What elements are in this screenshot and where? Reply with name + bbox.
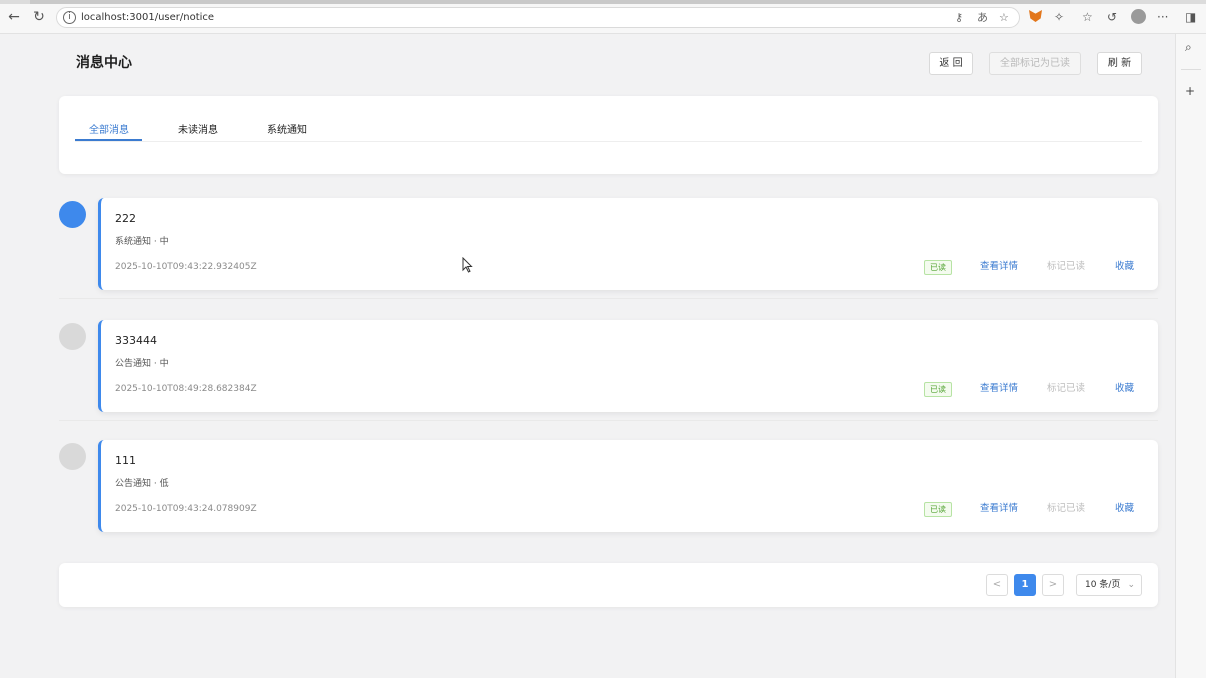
browser-toolbar: ← ↻ i localhost:3001/user/notice ⚷ あ ☆ ✧…	[0, 0, 1206, 34]
divider	[1181, 69, 1201, 70]
add-icon[interactable]: +	[1185, 84, 1195, 98]
pagination-card: < 1 > 10 条/页 ⌄	[59, 563, 1158, 607]
notice-title: 222	[115, 212, 136, 225]
info-icon[interactable]: i	[63, 11, 76, 24]
notice-time: 2025-10-10T08:49:28.682384Z	[115, 384, 257, 394]
favorite-link[interactable]: 收藏	[1115, 383, 1134, 395]
notice-meta: 公告通知 · 中	[115, 359, 169, 369]
timeline-dot	[59, 201, 86, 228]
sidebar-toggle-icon[interactable]: ◨	[1185, 9, 1196, 25]
favorite-link[interactable]: 收藏	[1115, 261, 1134, 273]
view-detail-link[interactable]: 查看详情	[980, 261, 1018, 273]
address-url[interactable]: localhost:3001/user/notice	[81, 11, 214, 25]
notice-card[interactable]: 222 系统通知 · 中 2025-10-10T09:43:22.932405Z…	[98, 198, 1158, 290]
page-title: 消息中心	[76, 55, 132, 71]
browser-side-panel: ⌕ +	[1175, 34, 1206, 678]
active-tab[interactable]	[30, 0, 1070, 4]
history-icon[interactable]: ↺	[1107, 9, 1117, 25]
view-detail-link[interactable]: 查看详情	[980, 383, 1018, 395]
read-aloud-icon[interactable]: あ	[977, 11, 988, 25]
notice-card[interactable]: 111 公告通知 · 低 2025-10-10T09:43:24.078909Z…	[98, 440, 1158, 532]
back-arrow-icon[interactable]: ←	[5, 8, 23, 26]
view-detail-link[interactable]: 查看详情	[980, 503, 1018, 515]
mark-read-link[interactable]: 标记已读	[1047, 261, 1085, 273]
notice-time: 2025-10-10T09:43:22.932405Z	[115, 262, 257, 272]
favorite-star-icon[interactable]: ☆	[999, 11, 1009, 25]
notice-time: 2025-10-10T09:43:24.078909Z	[115, 504, 257, 514]
key-icon[interactable]: ⚷	[955, 11, 963, 25]
profile-avatar[interactable]	[1131, 9, 1146, 24]
mark-all-read-button[interactable]: 全部标记为已读	[989, 52, 1081, 75]
notice-meta: 公告通知 · 低	[115, 479, 169, 489]
status-badge: 已读	[924, 260, 952, 275]
favorite-link[interactable]: 收藏	[1115, 503, 1134, 515]
extensions-puzzle-icon[interactable]: ✧	[1054, 9, 1064, 25]
tab-system[interactable]: 系统通知	[267, 121, 307, 136]
notice-title: 333444	[115, 334, 157, 347]
search-icon[interactable]: ⌕	[1185, 40, 1192, 55]
status-badge: 已读	[924, 502, 952, 517]
row-divider	[59, 420, 1158, 421]
row-divider	[59, 298, 1158, 299]
status-badge: 已读	[924, 382, 952, 397]
timeline-dot	[59, 323, 86, 350]
more-menu-icon[interactable]: ···	[1157, 9, 1168, 25]
reload-icon[interactable]: ↻	[30, 8, 48, 26]
tabs-card: 全部消息 未读消息 系统通知	[59, 96, 1158, 174]
prev-page-button[interactable]: <	[986, 574, 1008, 596]
chevron-down-icon: ⌄	[1127, 580, 1135, 590]
page-size-value: 10 条/页	[1085, 580, 1121, 590]
page-size-select[interactable]: 10 条/页 ⌄	[1076, 574, 1142, 596]
notice-page: 消息中心 返 回 全部标记为已读 刷 新 全部消息 未读消息 系统通知 222 …	[0, 34, 1175, 678]
favorites-list-icon[interactable]: ☆	[1082, 9, 1093, 25]
next-page-button[interactable]: >	[1042, 574, 1064, 596]
tab-divider	[75, 141, 1142, 142]
notice-title: 111	[115, 454, 136, 467]
page-1-button[interactable]: 1	[1014, 574, 1036, 596]
mark-read-link[interactable]: 标记已读	[1047, 383, 1085, 395]
metamask-extension-icon[interactable]	[1029, 10, 1042, 22]
back-button[interactable]: 返 回	[929, 52, 973, 75]
active-tab-indicator	[75, 139, 142, 141]
timeline-dot	[59, 443, 86, 470]
address-bar[interactable]: i localhost:3001/user/notice ⚷ あ ☆	[56, 7, 1020, 28]
tab-unread[interactable]: 未读消息	[178, 121, 218, 136]
tab-all[interactable]: 全部消息	[89, 121, 129, 136]
notice-meta: 系统通知 · 中	[115, 237, 169, 247]
mark-read-link[interactable]: 标记已读	[1047, 503, 1085, 515]
notice-card[interactable]: 333444 公告通知 · 中 2025-10-10T08:49:28.6823…	[98, 320, 1158, 412]
tab-strip	[0, 0, 1206, 4]
refresh-button[interactable]: 刷 新	[1097, 52, 1142, 75]
